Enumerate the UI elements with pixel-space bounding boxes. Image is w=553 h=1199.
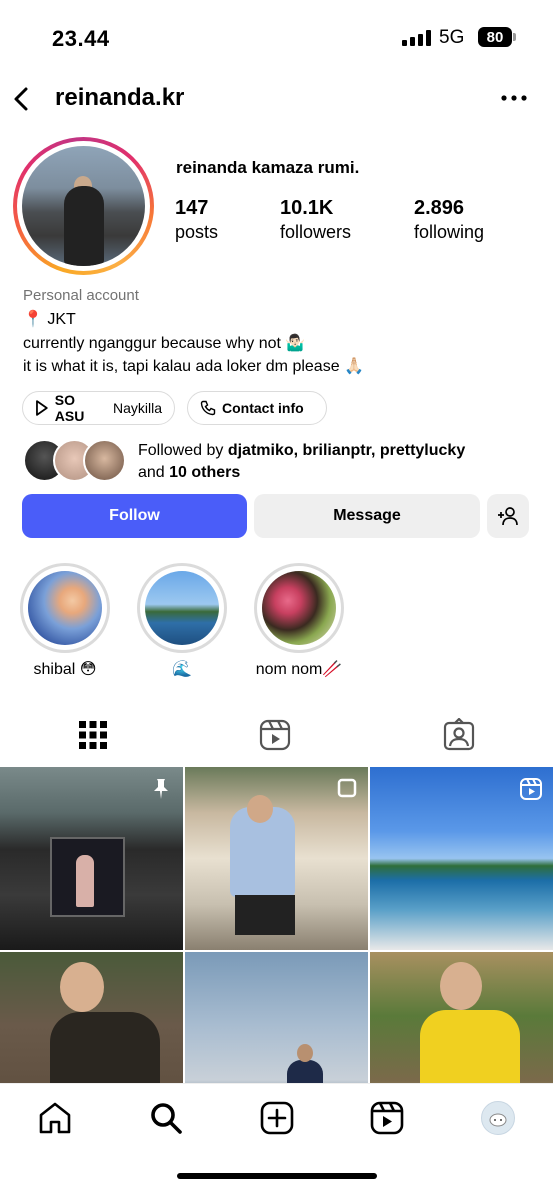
stat-following[interactable]: 2.896 following <box>414 197 484 243</box>
play-icon <box>36 400 48 416</box>
bio-line: 📍 JKT <box>23 311 76 328</box>
more-options-icon[interactable] <box>500 88 528 108</box>
bottom-navigation <box>0 1083 553 1199</box>
highlight-label: nom nom🥢 <box>255 661 343 678</box>
post-thumbnail[interactable] <box>0 767 183 950</box>
stat-followers[interactable]: 10.1K followers <box>280 197 351 243</box>
mutual-avatar <box>83 439 126 482</box>
stat-value: 2.896 <box>414 197 465 219</box>
profile-tabs <box>0 712 553 762</box>
highlight-cover <box>262 571 336 645</box>
mutual-names: djatmiko, brilianptr, prettylucky <box>227 442 466 459</box>
signal-icon <box>402 30 432 46</box>
home-icon[interactable] <box>37 1100 73 1136</box>
followed-by[interactable]: Followed by djatmiko, brilianptr, pretty… <box>23 437 543 487</box>
stat-label: posts <box>175 222 219 242</box>
status-time: 23.44 <box>52 26 110 51</box>
stat-value: 147 <box>175 197 209 219</box>
back-icon[interactable] <box>10 84 34 114</box>
pin-icon <box>154 779 168 799</box>
stat-label: followers <box>280 222 352 242</box>
bio-line: currently nganggur because why not 🤷🏻‍♂️ <box>23 335 306 352</box>
post-thumbnail[interactable] <box>185 767 368 950</box>
followed-by-text: Followed by djatmiko, brilianptr, pretty… <box>138 442 466 481</box>
reels-icon[interactable] <box>258 718 292 752</box>
profile-avatar[interactable] <box>481 1101 515 1135</box>
highlight-cover <box>145 571 219 645</box>
profile-header: reinanda.kr <box>0 78 553 120</box>
highlight-cover <box>28 571 102 645</box>
music-chip[interactable]: SO ASU Naykilla <box>22 391 175 425</box>
header-username: reinanda.kr <box>55 84 185 111</box>
home-indicator <box>177 1173 377 1179</box>
multiple-posts-icon <box>337 778 357 798</box>
profile-avatar[interactable] <box>13 137 154 275</box>
highlight-item[interactable]: shibal 😳 <box>20 563 110 678</box>
highlight-item[interactable]: nom nom🥢 <box>254 563 344 678</box>
music-artist: Naykilla <box>112 400 162 416</box>
reel-badge-icon <box>520 778 542 800</box>
stat-value: 10.1K <box>280 197 334 219</box>
post-grid <box>0 767 553 1135</box>
stat-posts[interactable]: 147 posts <box>175 197 218 243</box>
suggest-people-button[interactable] <box>487 494 529 538</box>
search-icon[interactable] <box>148 1100 184 1136</box>
tagged-icon[interactable] <box>442 718 476 752</box>
message-button[interactable]: Message <box>254 494 480 538</box>
battery-tip <box>513 33 516 41</box>
battery-icon: 80 <box>478 27 512 47</box>
phone-icon <box>200 400 216 416</box>
account-category: Personal account <box>23 287 139 304</box>
bio-line: it is what it is, tapi kalau ada loker d… <box>23 358 364 375</box>
network-type: 5G <box>439 27 465 48</box>
stat-label: following <box>414 222 485 242</box>
reels-icon[interactable] <box>369 1100 405 1136</box>
contact-info-chip[interactable]: Contact info <box>187 391 327 425</box>
avatar-photo <box>22 146 145 266</box>
contact-info-label: Contact info <box>222 400 304 416</box>
profile-avatar-icon <box>489 1113 507 1127</box>
create-icon[interactable] <box>259 1100 295 1136</box>
status-bar: 23.44 5G 80 <box>0 0 553 70</box>
mutual-others: 10 others <box>169 464 241 481</box>
add-person-icon <box>498 507 518 526</box>
post-thumbnail[interactable] <box>370 767 553 950</box>
follow-button[interactable]: Follow <box>22 494 247 538</box>
music-title: SO ASU <box>54 392 85 424</box>
full-name: reinanda kamaza rumi. <box>176 158 360 177</box>
grid-icon[interactable] <box>76 718 110 752</box>
highlight-item[interactable]: 🌊 <box>137 563 227 678</box>
